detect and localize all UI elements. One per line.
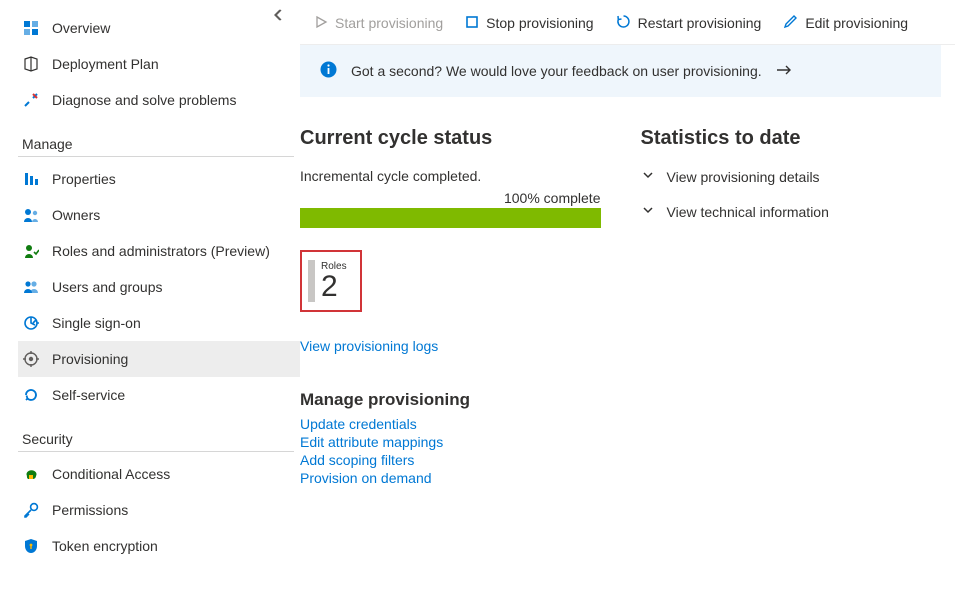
sidebar-section-manage: Manage bbox=[22, 136, 300, 152]
roles-icon bbox=[22, 242, 40, 260]
sidebar-section-security: Security bbox=[22, 431, 300, 447]
self-service-icon bbox=[22, 386, 40, 404]
sidebar-item-label: Properties bbox=[52, 171, 116, 187]
sidebar-item-label: Users and groups bbox=[52, 279, 163, 295]
sidebar-item-label: Diagnose and solve problems bbox=[52, 92, 236, 108]
chevron-down-icon bbox=[641, 203, 655, 220]
progress-bar bbox=[300, 208, 601, 228]
sidebar-item-deployment-plan[interactable]: Deployment Plan bbox=[18, 46, 300, 82]
manage-provisioning-heading: Manage provisioning bbox=[300, 390, 601, 410]
provisioning-icon bbox=[22, 350, 40, 368]
edit-icon bbox=[783, 14, 798, 32]
play-icon bbox=[314, 15, 328, 32]
view-provisioning-details-toggle[interactable]: View provisioning details bbox=[641, 168, 942, 185]
sidebar-item-provisioning[interactable]: Provisioning bbox=[18, 341, 300, 377]
restart-provisioning-button[interactable]: Restart provisioning bbox=[616, 14, 762, 32]
sidebar-item-token-encryption[interactable]: Token encryption bbox=[18, 528, 300, 564]
chevron-down-icon bbox=[641, 168, 655, 185]
view-technical-information-toggle[interactable]: View technical information bbox=[641, 203, 942, 220]
sidebar-item-roles[interactable]: Roles and administrators (Preview) bbox=[18, 233, 300, 269]
sidebar-item-properties[interactable]: Properties bbox=[18, 161, 300, 197]
view-provisioning-logs-link[interactable]: View provisioning logs bbox=[300, 338, 438, 354]
sidebar-item-label: Permissions bbox=[52, 502, 128, 518]
sidebar-item-sso[interactable]: Single sign-on bbox=[18, 305, 300, 341]
feedback-banner[interactable]: Got a second? We would love your feedbac… bbox=[300, 45, 941, 97]
progress: 100% complete bbox=[300, 190, 601, 228]
manage-link-2[interactable]: Add scoping filters bbox=[300, 452, 601, 468]
main-content: Start provisioning Stop provisioning Res… bbox=[300, 0, 955, 599]
sidebar-item-diagnose[interactable]: Diagnose and solve problems bbox=[18, 82, 300, 118]
progress-label: 100% complete bbox=[300, 190, 601, 206]
start-provisioning-button: Start provisioning bbox=[314, 15, 443, 32]
permissions-icon bbox=[22, 501, 40, 519]
sidebar-item-label: Overview bbox=[52, 20, 110, 36]
properties-icon bbox=[22, 170, 40, 188]
sidebar-item-label: Token encryption bbox=[52, 538, 158, 554]
sidebar-item-label: Owners bbox=[52, 207, 100, 223]
cycle-status-text: Incremental cycle completed. bbox=[300, 168, 601, 184]
manage-link-1[interactable]: Edit attribute mappings bbox=[300, 434, 601, 450]
sso-icon bbox=[22, 314, 40, 332]
sidebar-item-label: Roles and administrators (Preview) bbox=[52, 243, 270, 259]
sidebar-item-label: Self-service bbox=[52, 387, 125, 403]
statistics-heading: Statistics to date bbox=[641, 127, 942, 150]
sidebar-item-label: Provisioning bbox=[52, 351, 128, 367]
roles-count-box[interactable]: Roles 2 bbox=[300, 250, 362, 312]
arrow-right-icon bbox=[776, 63, 792, 79]
info-icon bbox=[320, 61, 337, 81]
edit-provisioning-button[interactable]: Edit provisioning bbox=[783, 14, 908, 32]
sidebar-item-owners[interactable]: Owners bbox=[18, 197, 300, 233]
sidebar-item-label: Deployment Plan bbox=[52, 56, 159, 72]
stop-provisioning-button[interactable]: Stop provisioning bbox=[465, 15, 593, 32]
current-cycle-heading: Current cycle status bbox=[300, 127, 601, 150]
roles-count: 2 bbox=[321, 272, 347, 302]
sidebar-item-permissions[interactable]: Permissions bbox=[18, 492, 300, 528]
sidebar-item-label: Single sign-on bbox=[52, 315, 141, 331]
owners-icon bbox=[22, 206, 40, 224]
manage-link-0[interactable]: Update credentials bbox=[300, 416, 601, 432]
sidebar-item-overview[interactable]: Overview bbox=[18, 10, 300, 46]
sidebar: Overview Deployment Plan Diagnose and solv… bbox=[0, 0, 300, 599]
sidebar-item-label: Conditional Access bbox=[52, 466, 170, 482]
token-icon bbox=[22, 537, 40, 555]
sidebar-item-users-groups[interactable]: Users and groups bbox=[18, 269, 300, 305]
stop-icon bbox=[465, 15, 479, 32]
deployment-icon bbox=[22, 55, 40, 73]
feedback-banner-text: Got a second? We would love your feedbac… bbox=[351, 63, 762, 79]
diagnose-icon bbox=[22, 91, 40, 109]
restart-icon bbox=[616, 14, 631, 32]
collapse-sidebar-button[interactable] bbox=[272, 8, 286, 25]
sidebar-item-self-service[interactable]: Self-service bbox=[18, 377, 300, 413]
overview-icon bbox=[22, 19, 40, 37]
sidebar-item-conditional-access[interactable]: Conditional Access bbox=[18, 456, 300, 492]
toolbar: Start provisioning Stop provisioning Res… bbox=[300, 0, 955, 45]
users-icon bbox=[22, 278, 40, 296]
conditional-access-icon bbox=[22, 465, 40, 483]
manage-link-3[interactable]: Provision on demand bbox=[300, 470, 601, 486]
